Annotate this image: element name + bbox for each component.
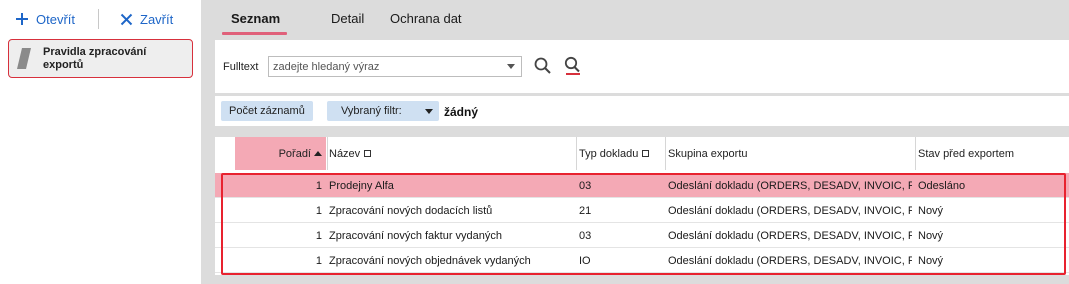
tab-data-protection[interactable]: Ochrana dat: [390, 11, 462, 26]
cell-name: Zpracování nových dodacích listů: [329, 204, 493, 217]
sidebar-toolbar: Otevřít Zavřít: [0, 0, 201, 36]
selected-filter-label: Vybraný filtr:: [341, 105, 402, 117]
cell-name: Zpracování nových faktur vydaných: [329, 229, 503, 242]
data-grid: Pořadí Název Typ dokladu Skupina exportu…: [215, 137, 1069, 275]
column-header-label: Stav před exportem: [918, 147, 1014, 160]
search-icon[interactable]: [533, 56, 553, 76]
main-panel: Seznam Detail Ochrana dat Fulltext zadej…: [201, 0, 1069, 284]
cell-order: 1: [315, 179, 322, 192]
cell-export-group: Odeslání dokladu (ORDERS, DESADV, INVOIC…: [668, 179, 912, 192]
chevron-down-icon[interactable]: [507, 64, 515, 69]
cell-document-type: 21: [579, 204, 592, 217]
column-header-label: Název: [329, 147, 361, 160]
cell-order: 1: [315, 229, 322, 242]
table-row[interactable]: 1 Zpracování nových dodacích listů 21 Od…: [215, 198, 1069, 223]
cell-order: 1: [315, 204, 322, 217]
column-header-name[interactable]: Název: [327, 137, 575, 170]
sort-ascending-icon: [314, 151, 322, 156]
table-row[interactable]: 1 Zpracování nových objednávek vydaných …: [215, 248, 1069, 273]
table-row[interactable]: 1 Zpracování nových faktur vydaných 03 O…: [215, 223, 1069, 248]
search-panel: Fulltext zadejte hledaný výraz: [215, 40, 1069, 93]
cell-export-group: Odeslání dokladu (ORDERS, DESADV, INVOIC…: [668, 204, 912, 217]
sidebar-item-export-rules[interactable]: Pravidla zpracování exportů: [8, 39, 193, 78]
sidebar: Otevřít Zavřít Pravidla zpracování expor…: [0, 0, 201, 284]
column-header-label: Pořadí: [278, 147, 311, 160]
tab-bar: Seznam Detail Ochrana dat: [201, 0, 1069, 36]
column-header-document-type[interactable]: Typ dokladu: [576, 137, 664, 170]
chevron-down-icon: [425, 109, 433, 114]
cell-state: Nový: [918, 254, 944, 267]
column-header-export-group[interactable]: Skupina exportu: [665, 137, 915, 170]
square-icon: [364, 150, 372, 157]
cell-export-group: Odeslání dokladu (ORDERS, DESADV, INVOIC…: [668, 254, 912, 267]
column-header-order[interactable]: Pořadí: [235, 137, 326, 170]
plus-icon: [16, 13, 28, 25]
selected-filter-dropdown[interactable]: Vybraný filtr:: [327, 101, 439, 121]
cell-state: Odesláno: [918, 179, 966, 192]
cell-document-type: 03: [579, 179, 592, 192]
fulltext-label: Fulltext: [223, 61, 259, 73]
cell-export-group: Odeslání dokladu (ORDERS, DESADV, INVOIC…: [668, 229, 912, 242]
cell-name: Zpracování nových objednávek vydaných: [329, 254, 531, 267]
column-header-state-before-export[interactable]: Stav před exportem: [915, 137, 1045, 170]
sidebar-item-label: Pravidla zpracování exportů: [43, 45, 147, 71]
cell-order: 1: [315, 254, 322, 267]
active-tab-indicator: [222, 32, 287, 35]
cell-state: Nový: [918, 229, 944, 242]
fulltext-search-input[interactable]: zadejte hledaný výraz: [268, 56, 522, 77]
square-icon: [642, 150, 650, 157]
column-header-label: Typ dokladu: [579, 147, 639, 160]
open-button[interactable]: Otevřít: [15, 8, 75, 30]
close-button[interactable]: Zavřít: [120, 8, 173, 30]
advanced-search-icon[interactable]: [563, 56, 583, 76]
fulltext-placeholder: zadejte hledaný výraz: [273, 60, 380, 73]
tab-list[interactable]: Seznam: [231, 11, 280, 26]
column-header-label: Skupina exportu: [668, 147, 748, 160]
tab-detail[interactable]: Detail: [331, 11, 364, 26]
cell-document-type: 03: [579, 229, 592, 242]
cell-document-type: IO: [579, 254, 591, 267]
document-icon: [17, 48, 31, 69]
cell-name: Prodejny Alfa: [329, 179, 394, 192]
table-row[interactable]: 1 Prodejny Alfa 03 Odeslání dokladu (ORD…: [215, 173, 1069, 198]
record-count-button[interactable]: Počet záznamů: [221, 101, 313, 121]
cell-state: Nový: [918, 204, 944, 217]
filter-panel: Počet záznamů Vybraný filtr: žádný: [215, 96, 1069, 126]
filter-value: žádný: [444, 105, 479, 119]
close-button-label: Zavřít: [140, 11, 174, 27]
open-button-label: Otevřít: [36, 11, 76, 27]
close-icon: [120, 13, 133, 25]
toolbar-divider: [98, 9, 99, 29]
